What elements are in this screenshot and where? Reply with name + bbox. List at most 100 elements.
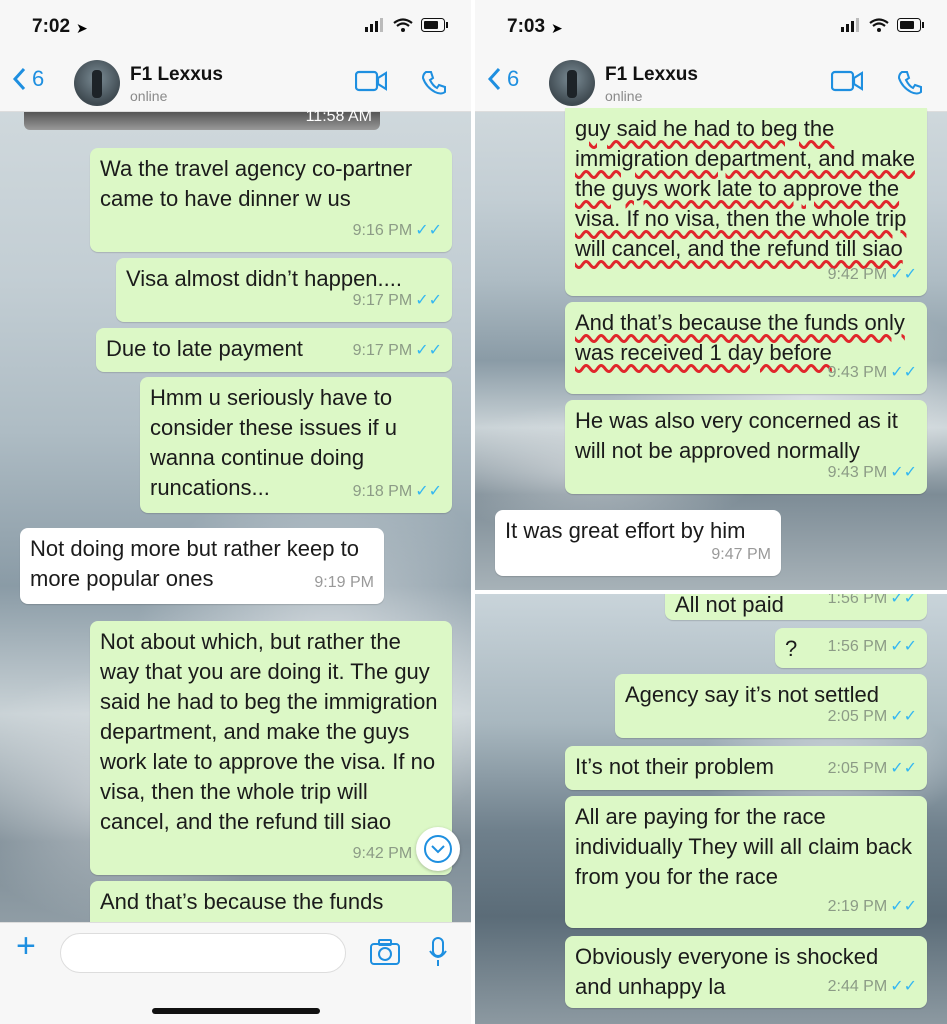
double-check-icon: ✓✓	[890, 266, 917, 283]
image-message[interactable]: 11:58 AM	[24, 108, 380, 130]
message-time: 1:56 PM	[827, 638, 888, 655]
right-top-screen: 7:03 ➤ 6 F1 Lexxus online guy said he ha…	[475, 0, 947, 590]
double-check-icon: ✓✓	[415, 483, 442, 500]
battery-icon	[421, 18, 448, 32]
message-text: It was great effort by him	[505, 518, 746, 543]
double-check-icon: ✓✓	[890, 594, 917, 607]
message-bubble[interactable]: Agency say it’s not settled 2:05 PM ✓✓	[615, 674, 927, 738]
message-text: And that’s because the funds	[100, 889, 384, 914]
chevron-left-icon	[487, 67, 501, 91]
message-time: 9:17 PM	[352, 342, 413, 359]
video-call-icon[interactable]	[355, 70, 387, 92]
chevron-down-icon	[424, 835, 452, 863]
message-bubble[interactable]: All not paid 1:56 PM ✓✓	[665, 594, 927, 620]
left-screen: 7:02 ➤ 6 F1 Lexxus online 11:58 AM Wa th…	[0, 0, 471, 1024]
status-time: 7:02	[32, 16, 71, 37]
message-time: 9:42 PM	[352, 845, 413, 862]
message-text: And that’s because the funds only was re…	[575, 310, 905, 365]
double-check-icon: ✓✓	[890, 708, 917, 725]
message-input[interactable]	[60, 933, 346, 973]
double-check-icon: ✓✓	[415, 222, 442, 239]
message-bubble[interactable]: Obviously everyone is shocked and unhapp…	[565, 936, 927, 1008]
message-bubble[interactable]: Not about which, but rather the way that…	[90, 621, 452, 875]
status-time: 7:03	[507, 16, 546, 37]
video-call-icon[interactable]	[831, 70, 863, 92]
unread-count: 6	[507, 66, 520, 91]
double-check-icon: ✓✓	[890, 464, 917, 481]
back-button[interactable]: 6	[487, 66, 519, 92]
signal-icon	[365, 18, 383, 32]
message-bubble[interactable]: And that’s because the funds only was re…	[565, 302, 927, 394]
message-time: 2:19 PM	[827, 898, 888, 915]
contact-status: online	[605, 88, 643, 104]
message-text: Wa the travel agency co-partner came to …	[100, 156, 413, 211]
double-check-icon: ✓✓	[890, 638, 917, 655]
message-time: 9:16 PM	[352, 222, 413, 239]
wifi-icon	[869, 18, 889, 32]
message-bubble[interactable]: guy said he had to beg the immigration d…	[565, 108, 927, 296]
message-time: 9:17 PM	[352, 292, 413, 309]
unread-count: 6	[32, 66, 45, 91]
message-text: Not doing more but rather keep to more p…	[30, 536, 359, 591]
message-bubble[interactable]: Not doing more but rather keep to more p…	[20, 528, 384, 604]
message-text: Not about which, but rather the way that…	[100, 629, 438, 834]
message-bubble[interactable]: Visa almost didn’t happen.... 9:17 PM ✓✓	[116, 258, 452, 322]
status-bar: 7:03 ➤	[475, 0, 947, 52]
message-time: 9:43 PM	[827, 364, 888, 381]
chat-header: 6 F1 Lexxus online	[475, 52, 947, 112]
home-indicator[interactable]	[152, 1008, 320, 1014]
wifi-icon	[393, 18, 413, 32]
message-text: All are paying for the race individually…	[575, 804, 913, 889]
battery-icon	[897, 18, 924, 32]
message-bubble[interactable]: Hmm u seriously have to consider these i…	[140, 377, 452, 513]
message-text: He was also very concerned as it will no…	[575, 408, 898, 463]
chat-header: 6 F1 Lexxus online	[0, 52, 471, 112]
avatar[interactable]	[74, 60, 120, 106]
message-bubble[interactable]: ? 1:56 PM ✓✓	[775, 628, 927, 668]
message-text: ?	[785, 636, 798, 661]
message-time: 9:43 PM	[827, 464, 888, 481]
message-bubble[interactable]: Due to late payment 9:17 PM ✓✓	[96, 328, 452, 372]
double-check-icon: ✓✓	[890, 364, 917, 381]
message-time: 9:42 PM	[827, 266, 888, 283]
message-bubble[interactable]: It was great effort by him 9:47 PM	[495, 510, 781, 576]
microphone-icon[interactable]	[428, 937, 448, 967]
message-text: Due to late payment	[106, 336, 303, 361]
contact-name[interactable]: F1 Lexxus	[605, 64, 698, 86]
contact-status: online	[130, 88, 168, 104]
back-button[interactable]: 6	[12, 66, 44, 92]
message-time: 2:44 PM	[827, 978, 888, 995]
scroll-to-bottom-button[interactable]	[416, 827, 460, 871]
image-timestamp: 11:58 AM	[305, 108, 372, 125]
input-bar: +	[0, 922, 471, 1024]
camera-icon[interactable]	[370, 939, 400, 965]
phone-call-icon[interactable]	[421, 70, 447, 96]
double-check-icon: ✓✓	[415, 292, 442, 309]
double-check-icon: ✓✓	[890, 978, 917, 995]
message-bubble[interactable]: All are paying for the race individually…	[565, 796, 927, 928]
location-arrow-icon: ➤	[76, 20, 88, 36]
avatar[interactable]	[549, 60, 595, 106]
message-time: 9:19 PM	[314, 574, 374, 591]
status-bar: 7:02 ➤	[0, 0, 471, 52]
message-text: It’s not their problem	[575, 754, 774, 779]
message-time: 1:56 PM	[827, 594, 888, 607]
message-bubble[interactable]: Wa the travel agency co-partner came to …	[90, 148, 452, 252]
contact-name[interactable]: F1 Lexxus	[130, 64, 223, 86]
message-time: 9:47 PM	[711, 546, 771, 563]
double-check-icon: ✓✓	[890, 898, 917, 915]
message-text: guy said he had to beg the immigration d…	[575, 116, 915, 261]
message-time: 2:05 PM	[827, 708, 888, 725]
chevron-left-icon	[12, 67, 26, 91]
right-bottom-screen: All not paid 1:56 PM ✓✓ ? 1:56 PM ✓✓ Agenc…	[475, 594, 947, 1024]
location-arrow-icon: ➤	[551, 20, 563, 36]
plus-icon[interactable]: +	[16, 927, 36, 966]
phone-call-icon[interactable]	[897, 70, 923, 96]
message-bubble[interactable]: He was also very concerned as it will no…	[565, 400, 927, 494]
message-time: 9:18 PM	[352, 483, 413, 500]
double-check-icon: ✓✓	[890, 760, 917, 777]
message-text: All not paid	[675, 594, 784, 617]
message-time: 2:05 PM	[827, 760, 888, 777]
signal-icon	[841, 18, 859, 32]
message-bubble[interactable]: It’s not their problem 2:05 PM ✓✓	[565, 746, 927, 790]
